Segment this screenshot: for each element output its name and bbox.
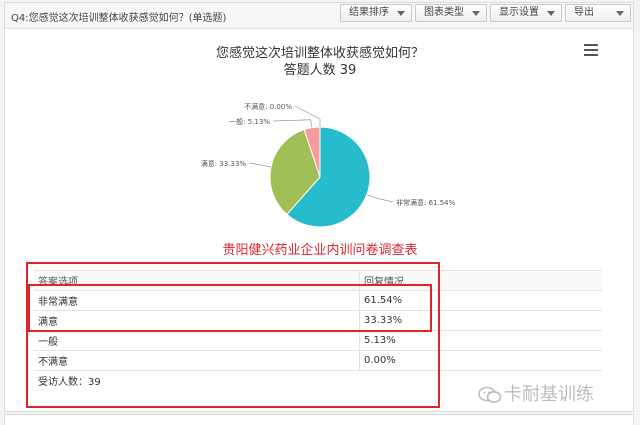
row-percent: 61.54% [359,290,602,311]
next-card-edge [4,414,634,425]
pie-data-label: 满意: 33.33% [201,159,247,168]
company-caption: 贵阳健兴药业企业内训问卷调查表 [222,243,418,258]
table-row: 不满意 0.00% [34,350,602,371]
pie-leader-line [366,194,394,203]
watermark-text: 卡耐基训练 [504,384,594,405]
table-row: 非常满意 61.54% [34,290,602,311]
pie-data-label: 不满意: 0.00% [244,102,292,111]
row-percent: 5.13% [359,330,602,351]
row-option: 一般 [34,330,360,351]
results-table: 答案选项 回复情况 非常满意 61.54% 满意 33.33% 一般 5.13%… [34,270,602,390]
pie-data-label: 一般: 5.13% [229,117,270,126]
header-response: 回复情况 [359,270,602,291]
pie-leader-line [294,105,321,127]
header-option: 答案选项 [34,270,360,291]
pie-leader-line [272,119,313,128]
row-percent: 33.33% [359,310,602,331]
pie-data-label: 非常满意: 61.54% [396,198,456,207]
wechat-icon [478,386,502,404]
table-row: 满意 33.33% [34,310,602,331]
row-option: 满意 [34,310,360,331]
table-row: 一般 5.13% [34,330,602,351]
row-percent: 0.00% [359,350,602,371]
pie-leader-line [248,162,272,168]
row-option: 非常满意 [34,290,360,311]
table-header-row: 答案选项 回复情况 [34,270,602,291]
watermark: 卡耐基训练 [478,380,594,406]
row-option: 不满意 [34,350,360,371]
